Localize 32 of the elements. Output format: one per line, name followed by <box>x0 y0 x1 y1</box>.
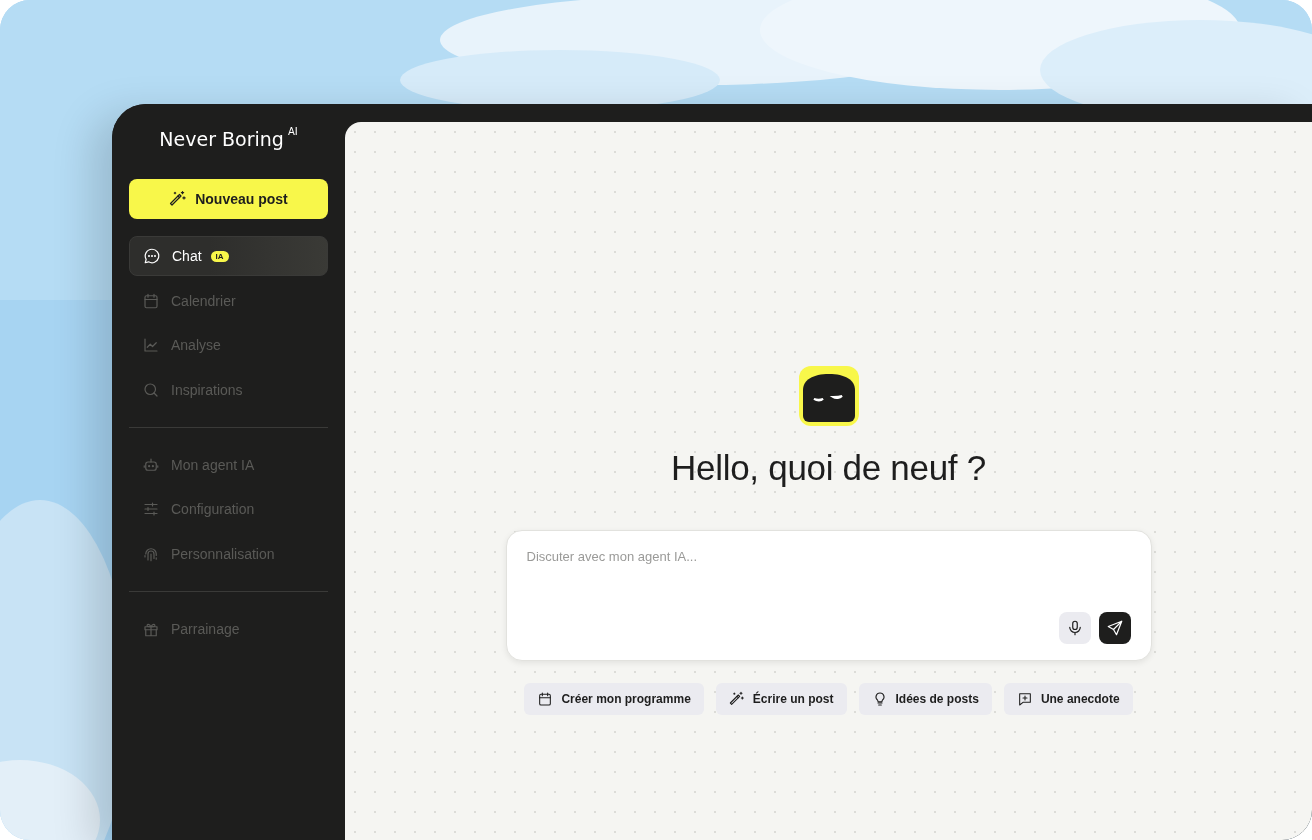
sidebar-item[interactable]: Personnalisation <box>129 533 328 574</box>
calendar-icon <box>142 291 160 310</box>
chat-bubble-icon <box>143 247 161 265</box>
chat-input-field[interactable]: Discuter avec mon agent IA... <box>505 530 1152 661</box>
suggestion-chip[interactable]: Créer mon programme <box>524 683 704 715</box>
message-plus-icon <box>1016 691 1033 707</box>
greeting: Hello, quoi de neuf ? <box>671 448 986 488</box>
ai-badge: IA <box>210 250 229 262</box>
send-icon <box>1105 619 1124 637</box>
suggestion-chip[interactable]: Écrire un post <box>715 683 847 715</box>
brand-superscript: AI <box>287 126 298 137</box>
sidebar-item[interactable]: Parrainage <box>129 608 328 649</box>
new-post-button[interactable]: Nouveau post <box>129 179 328 219</box>
sidebar-item[interactable]: Calendrier <box>129 280 328 321</box>
send-button[interactable] <box>1098 612 1131 644</box>
magic-wand-icon <box>169 190 188 208</box>
suggestion-chip[interactable]: Une anecdote <box>1003 683 1133 715</box>
microphone-button[interactable] <box>1058 612 1091 644</box>
sidebar-item[interactable]: Mon agent IA <box>129 444 328 485</box>
sidebar-item[interactable]: Inspirations <box>129 369 328 410</box>
search-icon <box>142 380 160 399</box>
sliders-icon <box>142 500 160 518</box>
sidebar-item[interactable]: Chat IA <box>129 236 328 276</box>
calendar-icon <box>537 691 554 707</box>
chat-input[interactable]: Discuter avec mon agent IA... <box>526 549 1131 612</box>
magic-wand-icon <box>728 691 745 707</box>
brand-name: Never Boring <box>159 128 284 150</box>
mascot-icon <box>798 366 859 426</box>
suggestion-chip[interactable]: Idées de posts <box>858 683 992 715</box>
sidebar-item[interactable]: Analyse <box>129 325 328 365</box>
sidebar-item[interactable]: Configuration <box>129 489 328 529</box>
line-chart-icon <box>142 336 160 354</box>
